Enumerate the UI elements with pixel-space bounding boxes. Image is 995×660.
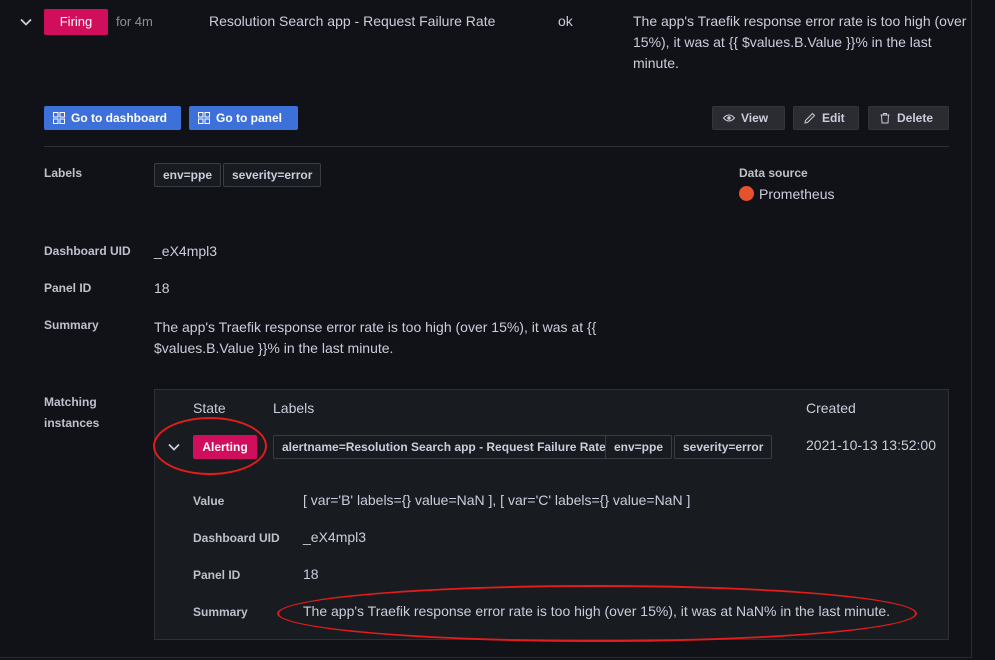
instance-value-heading: Value [193,494,225,508]
instance-panel-id-value: 18 [303,566,319,582]
panel-id-value: 18 [154,280,170,296]
prometheus-icon [739,186,754,201]
rule-summary-preview: The app's Traefik response error rate is… [633,13,967,71]
labels-column-header: Labels [273,400,315,416]
matching-instances-label-line2: instances [44,416,100,430]
view-button[interactable]: View [712,106,785,130]
rule-name: Resolution Search app - Request Failure … [209,13,496,29]
instance-dashboard-uid-heading: Dashboard UID [193,531,280,545]
view-label: View [741,111,769,125]
matching-instances-heading: Matching instances [44,392,99,434]
go-to-panel-label: Go to panel [216,111,282,125]
instance-dashboard-uid-value: _eX4mpl3 [303,529,367,545]
data-source-heading: Data source [739,166,808,180]
apps-icon [53,112,65,124]
delete-label: Delete [897,111,934,125]
labels-heading: Labels [44,166,83,180]
created-value: 2021-10-13 13:52:00 [806,437,936,453]
instance-summary-value: The app's Traefik response error rate is… [303,603,891,619]
chevron-down-icon[interactable] [18,14,34,30]
go-to-dashboard-label: Go to dashboard [71,111,167,125]
trash-icon [880,113,890,124]
firing-duration: for 4m [116,14,153,29]
instance-label-tag: severity=error [674,435,773,459]
data-source-name: Prometheus [759,186,835,202]
panel-id-heading: Panel ID [44,281,92,295]
label-tag: env=ppe [154,163,222,187]
instance-panel-id-heading: Panel ID [193,568,241,582]
state-column-header: State [193,400,226,416]
alerting-state-badge: Alerting [193,435,257,459]
instance-value: [ var='B' labels={} value=NaN ], [ var='… [303,492,691,508]
created-column-header: Created [806,400,856,416]
go-to-panel-button[interactable]: Go to panel [189,106,298,130]
instance-label-tag: alertname=Resolution Search app - Reques… [273,435,615,459]
apps-icon [198,112,210,124]
chevron-down-icon[interactable] [166,439,182,455]
dashboard-uid-value: _eX4mpl3 [154,243,218,259]
edit-button[interactable]: Edit [793,106,859,130]
instance-label-tag: env=ppe [605,435,673,459]
instance-summary-heading: Summary [193,605,248,619]
dashboard-uid-heading: Dashboard UID [44,244,131,258]
pen-icon [804,112,816,124]
summary-value: The app's Traefik response error rate is… [154,319,597,356]
label-tag: severity=error [223,163,322,187]
firing-badge: Firing [44,9,108,35]
delete-button[interactable]: Delete [868,106,949,130]
rule-health: ok [558,13,573,29]
go-to-dashboard-button[interactable]: Go to dashboard [44,106,181,130]
edit-label: Edit [822,111,845,125]
eye-icon [723,114,735,122]
summary-heading: Summary [44,318,99,332]
matching-instances-label-line1: Matching [44,395,97,409]
divider [44,146,949,147]
